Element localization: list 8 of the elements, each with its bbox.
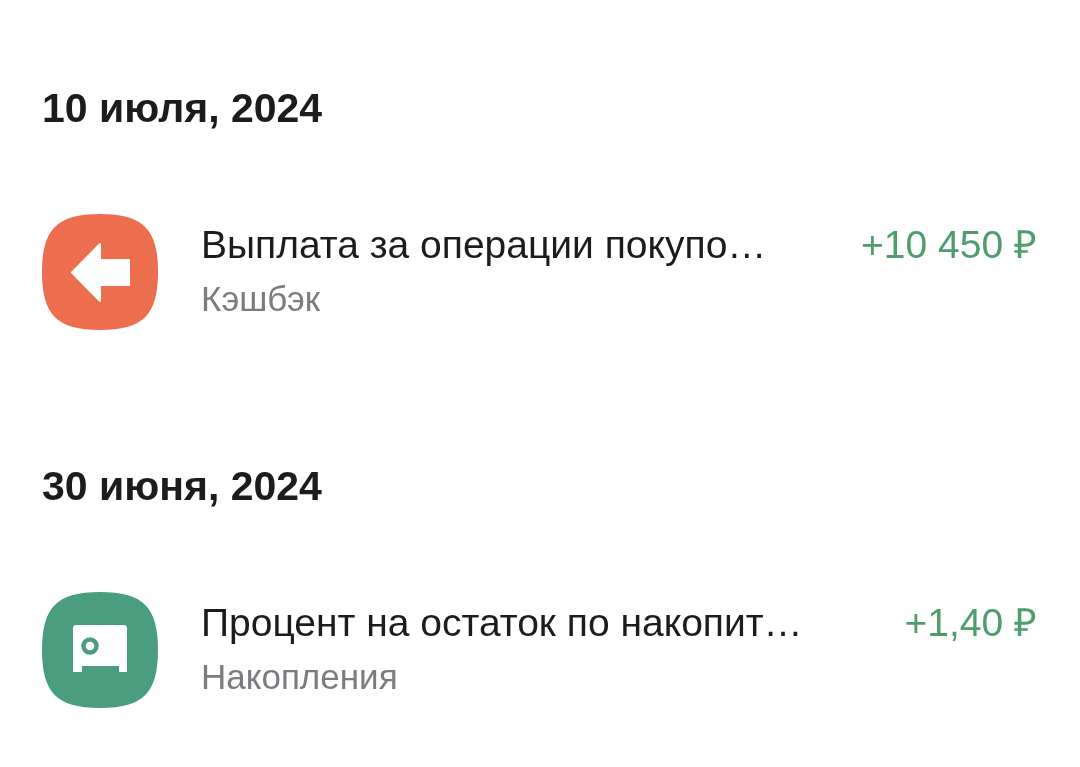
- operation-category: Накопления: [201, 656, 398, 698]
- operation-amount: +10 450 ₽: [861, 222, 1037, 268]
- operation-category: Кэшбэк: [201, 278, 321, 320]
- date-heading: 30 июня, 2024: [42, 462, 322, 510]
- date-heading: 10 июля, 2024: [42, 84, 323, 132]
- operation-title: Процент на остаток по накопит…: [201, 600, 804, 646]
- operation-title: Выплата за операции покупо…: [201, 222, 768, 268]
- operation-amount: +1,40 ₽: [904, 600, 1037, 646]
